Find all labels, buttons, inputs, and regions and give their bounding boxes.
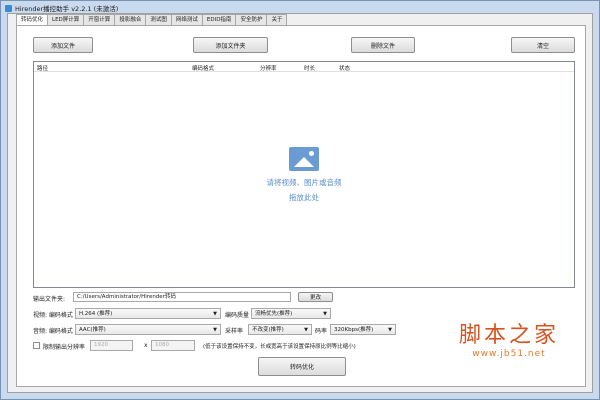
bitrate-label: 码率 (315, 328, 328, 335)
video-quality-label: 编码质量 (225, 312, 250, 319)
column-duration[interactable]: 时长 (304, 64, 315, 72)
tab-security[interactable]: 安全防护 (235, 14, 268, 25)
tab-projection[interactable]: 投影融合 (114, 14, 147, 25)
column-resolution[interactable]: 分辨率 (260, 64, 277, 72)
list-header: 路径 编码格式 分辨率 时长 状态 (34, 62, 574, 72)
output-folder-label: 输出文件夹: (33, 296, 66, 303)
app-window: Hirender播控助手 v2.2.1 (未激活) 转码优化 LED屏计算 开窗… (0, 0, 600, 400)
chevron-down-icon: ▼ (213, 311, 217, 317)
watermark-url: www.jb51.net (472, 349, 546, 359)
app-icon (5, 4, 12, 12)
convert-button[interactable]: 转码优化 (258, 357, 346, 376)
audio-codec-select[interactable]: AAC(推荐) ▼ (75, 324, 221, 335)
drop-zone[interactable]: 请将视频、图片或音频 拖放此处 (34, 147, 574, 203)
tab-bar: 转码优化 LED屏计算 开窗计算 投影融合 测试图 网络测试 EDID指南 安全… (16, 14, 288, 26)
video-codec-value: H.264 (推荐) (79, 311, 113, 317)
title-bar: Hirender播控助手 v2.2.1 (未激活) (5, 3, 118, 13)
window-title: Hirender播控助手 v2.2.1 (未激活) (15, 5, 119, 13)
watermark-name: 脚本之家 (458, 323, 559, 348)
video-codec-label: 视频: 编码格式 (33, 312, 73, 319)
tab-edid[interactable]: EDID指南 (201, 14, 237, 25)
chevron-down-icon: ▼ (213, 327, 217, 333)
chevron-down-icon: ▼ (304, 327, 308, 333)
tab-window[interactable]: 开窗计算 (83, 14, 116, 25)
bitrate-value: 320Kbps(推荐) (334, 327, 374, 333)
chevron-down-icon: ▼ (388, 327, 392, 333)
image-icon (289, 147, 319, 171)
times-label: x (144, 342, 148, 349)
column-path[interactable]: 路径 (37, 64, 48, 72)
tab-testpattern[interactable]: 测试图 (145, 14, 172, 25)
output-folder-input[interactable]: C:/Users/Administrator/Hirender转码 (73, 292, 291, 302)
limit-resolution-checkbox[interactable] (33, 342, 40, 349)
delete-file-button[interactable]: 删除文件 (351, 37, 415, 53)
video-codec-select[interactable]: H.264 (推荐) ▼ (75, 308, 221, 319)
watermark-logo: 脚本之家 www.jb51.net (459, 317, 559, 359)
drop-hint: 请将视频、图片或音频 (266, 178, 342, 187)
column-status[interactable]: 状态 (339, 64, 350, 72)
sample-rate-select[interactable]: 不改变(推荐) ▼ (248, 324, 312, 335)
file-list[interactable]: 路径 编码格式 分辨率 时长 状态 请将视频、图片或音频 拖放此处 (33, 61, 575, 288)
audio-codec-label: 音频: 编码格式 (33, 328, 73, 335)
clear-button[interactable]: 清空 (511, 37, 575, 53)
video-quality-value: 流畅优先(推荐) (255, 311, 293, 317)
tab-led[interactable]: LED屏计算 (47, 14, 85, 25)
tab-about[interactable]: 关于 (266, 14, 288, 25)
height-input[interactable]: 1080 (151, 340, 195, 351)
sample-rate-label: 采样率 (225, 328, 244, 335)
resolution-note: (低于该设置保持不变，长或宽高于该设置保持原比例等比缩小) (203, 344, 356, 350)
width-input[interactable]: 1920 (90, 340, 133, 351)
limit-resolution-label: 限制输出分辨率 (43, 344, 86, 351)
add-folder-button[interactable]: 添加文件夹 (193, 37, 268, 53)
tab-network[interactable]: 网络测试 (170, 14, 203, 25)
change-folder-button[interactable]: 更改 (298, 292, 333, 302)
add-file-button[interactable]: 添加文件 (33, 37, 93, 53)
bitrate-select[interactable]: 320Kbps(推荐) ▼ (330, 324, 396, 335)
sample-rate-value: 不改变(推荐) (252, 327, 284, 333)
audio-codec-value: AAC(推荐) (79, 327, 106, 333)
drop-hint-2: 拖放此处 (289, 193, 319, 202)
chevron-down-icon: ▼ (323, 311, 327, 317)
video-quality-select[interactable]: 流畅优先(推荐) ▼ (251, 308, 331, 319)
column-codec[interactable]: 编码格式 (192, 64, 214, 72)
